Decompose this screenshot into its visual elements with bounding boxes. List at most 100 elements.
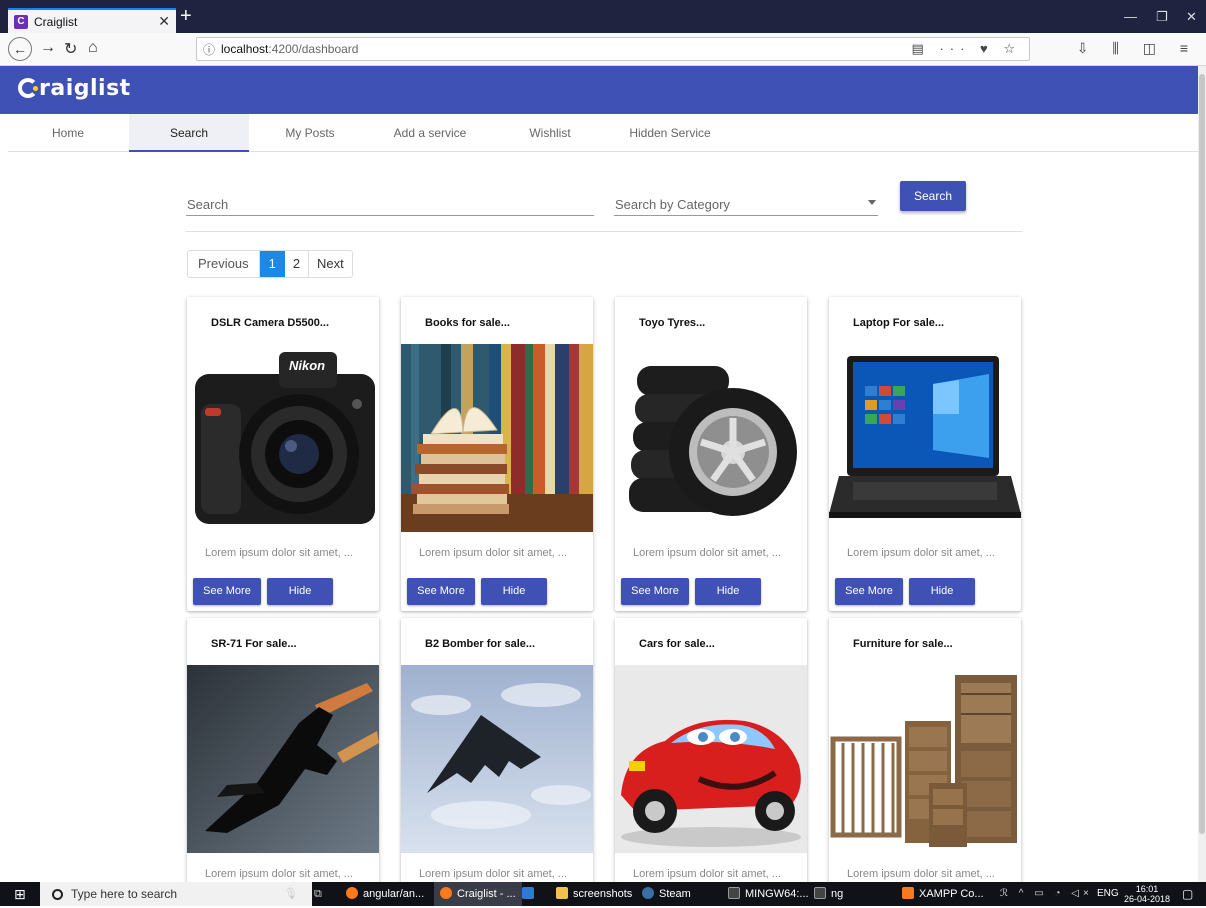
taskbar-item-ng[interactable]: ng <box>814 882 843 906</box>
browser-tab[interactable]: C Craiglist ✕ <box>8 8 176 33</box>
card-description: Lorem ipsum dolor sit amet, ... <box>419 868 567 880</box>
tab-search[interactable]: Search <box>129 114 249 152</box>
camera-image: Nikon <box>187 344 379 532</box>
microphone-icon[interactable]: 🎙 <box>284 882 298 906</box>
cortana-icon <box>52 889 63 900</box>
logo-mark-icon <box>18 78 38 98</box>
next-page-button[interactable]: Next <box>309 251 352 277</box>
notifications-icon[interactable]: ▢ <box>1182 882 1193 906</box>
card-title: Laptop For sale... <box>853 317 945 329</box>
tab-add-service[interactable]: Add a service <box>370 114 490 152</box>
tab-wishlist[interactable]: Wishlist <box>490 114 610 152</box>
tab-my-posts[interactable]: My Posts <box>250 114 370 152</box>
browser-tab-strip: C Craiglist ✕ + — ❐ ✕ <box>0 0 1206 33</box>
card-title: B2 Bomber for sale... <box>425 638 536 650</box>
taskbar-item-craiglist[interactable]: Craiglist - ... <box>434 882 522 906</box>
taskbar-item-vscode[interactable] <box>522 882 539 906</box>
forward-icon[interactable]: → <box>40 39 56 57</box>
language-indicator[interactable]: ENG <box>1097 882 1119 906</box>
taskbar-item-screenshots[interactable]: screenshots <box>556 882 632 906</box>
main-nav: Home Search My Posts Add a service Wishl… <box>8 114 1198 152</box>
reload-icon[interactable]: ↻ <box>64 39 77 59</box>
tab-home[interactable]: Home <box>8 114 128 152</box>
see-more-button[interactable]: See More <box>407 578 475 605</box>
b2-bomber-image <box>401 665 593 853</box>
hide-button[interactable]: Hide <box>695 578 761 605</box>
restore-icon[interactable]: ❐ <box>1156 9 1168 25</box>
caret-down-icon <box>868 200 876 205</box>
windows-start-icon[interactable]: ⊞ <box>14 882 26 906</box>
terminal-icon <box>814 887 826 899</box>
taskbar-search-placeholder: Type here to search <box>71 887 178 901</box>
card-title: Furniture for sale... <box>853 638 953 650</box>
terminal-icon <box>728 887 740 899</box>
task-view-icon[interactable]: ⧉ <box>314 882 322 906</box>
app-header: raiglist <box>0 66 1206 114</box>
hide-button[interactable]: Hide <box>909 578 975 605</box>
favicon-icon: C <box>14 14 28 29</box>
listing-card: Cars for sale... Lorem ipsum dolor sit a… <box>615 618 807 888</box>
card-description: Lorem ipsum dolor sit amet, ... <box>633 547 781 559</box>
new-tab-icon[interactable]: + <box>180 5 192 28</box>
category-placeholder: Search by Category <box>615 197 730 212</box>
taskbar-item-firefox-angular[interactable]: angular/an... <box>346 882 424 906</box>
taskbar-item-xampp[interactable]: XAMPP Co... <box>902 882 984 906</box>
page-1-button[interactable]: 1 <box>259 251 285 277</box>
card-title: Cars for sale... <box>639 638 715 650</box>
furniture-image <box>829 665 1021 853</box>
firefox-icon <box>440 887 452 899</box>
listing-card: Books for sale... Lorem ipsum dolor sit … <box>401 297 593 611</box>
card-description: Lorem ipsum dolor sit amet, ... <box>847 547 995 559</box>
taskbar-search[interactable]: Type here to search <box>40 882 312 906</box>
toolbar-icons[interactable]: ⇩ ⫼ ◫ ≡ <box>1077 40 1198 57</box>
car-image <box>615 665 807 853</box>
info-icon[interactable]: ⓘ <box>203 41 215 58</box>
listing-card: Furniture for sale... Lorem ipsum dolor … <box>829 618 1021 888</box>
minimize-icon[interactable]: — <box>1124 9 1137 24</box>
taskbar-item-steam[interactable]: Steam <box>642 882 691 906</box>
see-more-button[interactable]: See More <box>193 578 261 605</box>
tab-hidden-service[interactable]: Hidden Service <box>610 114 730 152</box>
hide-button[interactable]: Hide <box>267 578 333 605</box>
card-description: Lorem ipsum dolor sit amet, ... <box>847 868 995 880</box>
address-bar[interactable]: ⓘ localhost :4200/dashboard ▤ ··· ♥ ☆ <box>196 37 1030 61</box>
steam-icon <box>642 887 654 899</box>
home-icon[interactable]: ⌂ <box>88 39 98 57</box>
books-image <box>401 344 593 532</box>
sr71-image <box>187 665 379 853</box>
see-more-button[interactable]: See More <box>621 578 689 605</box>
listing-card: B2 Bomber for sale... Lorem ipsum dolor … <box>401 618 593 888</box>
card-description: Lorem ipsum dolor sit amet, ... <box>419 547 567 559</box>
windows-taskbar: ⊞ Type here to search 🎙 ⧉ angular/an... … <box>0 882 1206 906</box>
divider <box>186 231 1022 232</box>
previous-page-button[interactable]: Previous <box>188 251 260 277</box>
card-description: Lorem ipsum dolor sit amet, ... <box>205 868 353 880</box>
window-close-icon[interactable]: ✕ <box>1186 9 1197 25</box>
card-description: Lorem ipsum dolor sit amet, ... <box>633 868 781 880</box>
app-logo[interactable]: raiglist <box>18 76 131 101</box>
system-tray-icons[interactable]: ℛ ^ ▭ ◔ ◁× <box>1000 882 1093 906</box>
laptop-image <box>829 344 1021 532</box>
page-scrollbar[interactable] <box>1198 66 1206 882</box>
taskbar-item-mingw[interactable]: MINGW64:... <box>728 882 809 906</box>
see-more-button[interactable]: See More <box>835 578 903 605</box>
category-select[interactable]: Search by Category <box>614 188 878 216</box>
page-actions-icon[interactable]: ▤ ··· ♥ ☆ <box>912 41 1021 57</box>
tyres-image <box>615 344 807 532</box>
firefox-icon <box>346 887 358 899</box>
page-2-button[interactable]: 2 <box>285 251 310 277</box>
card-description: Lorem ipsum dolor sit amet, ... <box>205 547 353 559</box>
search-button[interactable]: Search <box>900 181 966 211</box>
url-path: :4200/dashboard <box>268 42 359 56</box>
search-input[interactable]: Search <box>186 188 594 216</box>
hide-button[interactable]: Hide <box>481 578 547 605</box>
clock[interactable]: 16:01 26-04-2018 <box>1124 884 1170 908</box>
folder-icon <box>556 887 568 899</box>
url-host: localhost <box>221 42 269 56</box>
scrollbar-thumb[interactable] <box>1199 74 1205 834</box>
xampp-icon <box>902 887 914 899</box>
search-placeholder: Search <box>187 197 229 212</box>
back-icon[interactable]: ← <box>8 37 32 61</box>
close-tab-icon[interactable]: ✕ <box>158 13 170 30</box>
browser-navbar: ← → ↻ ⌂ ⓘ localhost :4200/dashboard ▤ ··… <box>0 33 1206 66</box>
